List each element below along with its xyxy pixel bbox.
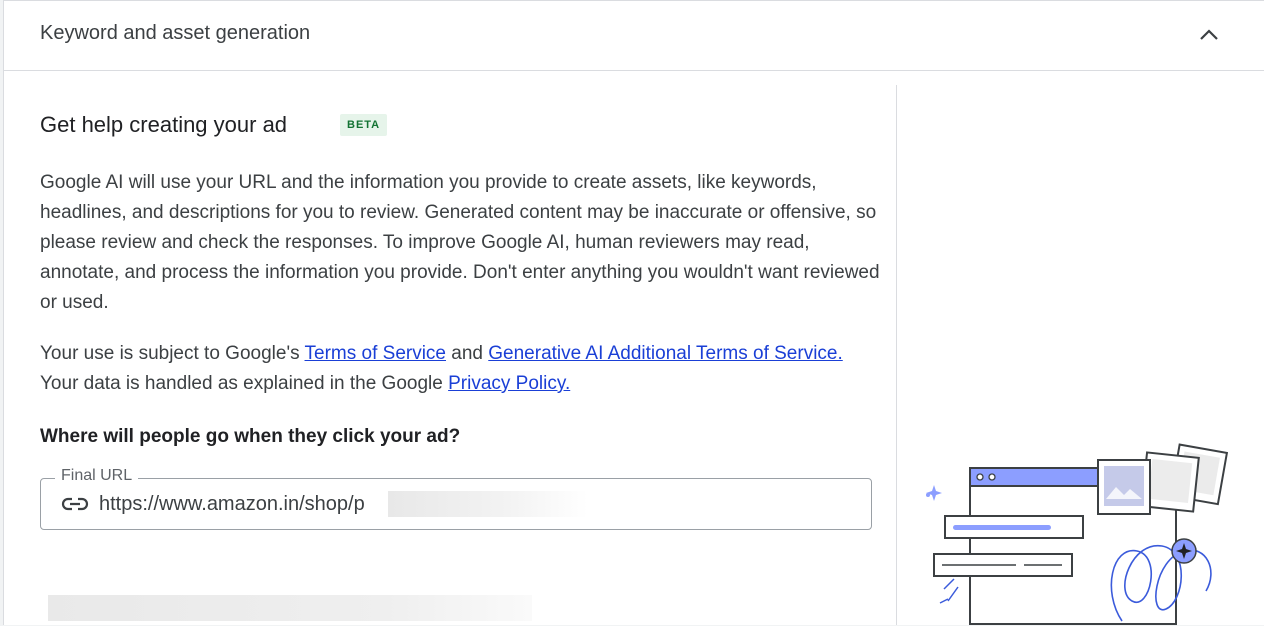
url-question: Where will people go when they click you… <box>40 426 461 447</box>
section-title: Keyword and asset generation <box>40 22 311 44</box>
terms-of-service-link[interactable]: Terms of Service <box>305 343 446 364</box>
beta-badge: BETA <box>340 114 388 136</box>
final-url-label: Final URL <box>55 467 139 485</box>
page-title: Get help creating your ad <box>40 112 288 137</box>
redacted-text <box>48 595 532 621</box>
ai-assets-illustration <box>926 443 1229 625</box>
section-header[interactable]: Keyword and asset generation <box>4 1 1264 71</box>
disclaimer-text: Google AI will use your URL and the info… <box>40 172 880 313</box>
privacy-policy-link[interactable]: Privacy Policy. <box>448 373 570 394</box>
final-url-value[interactable]: https://www.amazon.in/shop/p <box>99 493 365 516</box>
genai-terms-link[interactable]: Generative AI Additional Terms of Servic… <box>488 343 843 364</box>
terms-text: Your use is subject to Google's Terms of… <box>40 343 843 394</box>
chevron-up-icon[interactable] <box>1197 23 1221 47</box>
keyword-asset-panel: Keyword and asset generation Get help cr… <box>3 0 1264 625</box>
redacted-url <box>388 491 588 517</box>
link-icon <box>61 497 89 511</box>
column-divider <box>896 85 897 625</box>
